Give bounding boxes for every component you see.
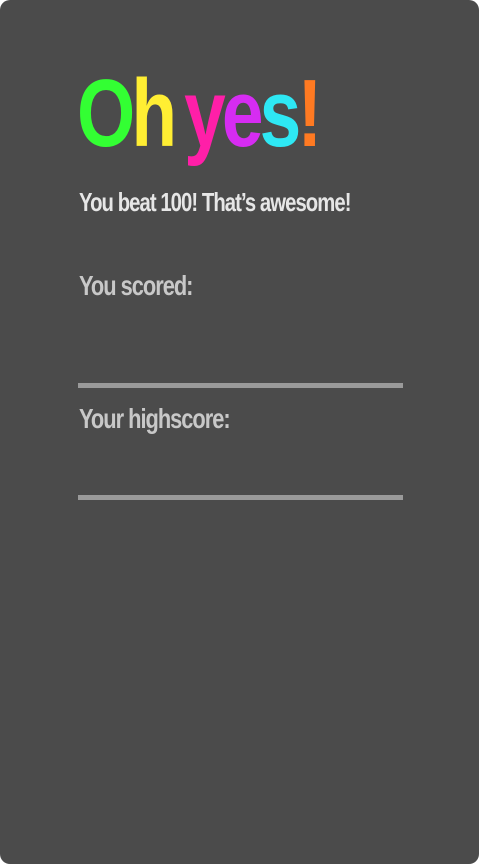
title-letter: ! xyxy=(297,60,322,167)
result-subtitle: You beat 100! That’s awesome! xyxy=(79,187,351,217)
highscore-divider xyxy=(78,495,403,500)
title-letter: O xyxy=(77,60,135,167)
results-panel: Oh yes! You beat 100! That’s awesome! Yo… xyxy=(0,0,479,864)
score-label: You scored: xyxy=(79,270,193,301)
title-letter: e xyxy=(221,60,264,167)
result-title: Oh yes! xyxy=(77,56,322,172)
title-letter: y xyxy=(184,60,226,167)
highscore-label: Your highscore: xyxy=(79,403,231,434)
title-letter: s xyxy=(259,60,302,167)
title-letter xyxy=(173,56,184,172)
title-letter: h xyxy=(131,60,177,167)
score-divider xyxy=(78,383,403,388)
